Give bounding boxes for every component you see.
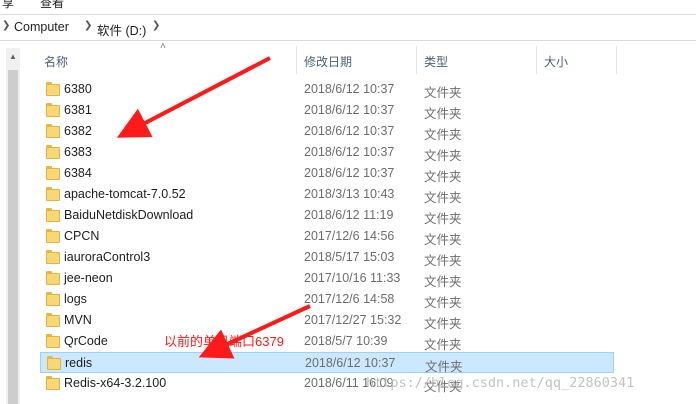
file-name: 6380: [64, 82, 92, 96]
table-row[interactable]: logs 2017/12/6 14:58 文件夹: [40, 289, 614, 310]
vertical-scrollbar[interactable]: ▲: [6, 48, 20, 404]
file-type: 文件夹: [424, 86, 462, 100]
file-type: 文件夹: [424, 233, 462, 247]
modified-date: 2017/12/6 14:58: [304, 292, 395, 306]
folder-icon: [46, 166, 60, 180]
folder-icon: [46, 208, 60, 222]
folder-icon: [46, 229, 60, 243]
folder-icon: [46, 124, 60, 138]
file-name: CPCN: [64, 229, 100, 243]
file-type: 文件夹: [424, 317, 462, 331]
table-row[interactable]: 6380 2018/6/12 10:37 文件夹: [40, 79, 614, 100]
modified-date: 2018/5/17 15:03: [304, 250, 395, 264]
column-divider[interactable]: [416, 46, 417, 74]
modified-date: 2017/10/16 11:33: [304, 271, 401, 285]
column-divider[interactable]: [536, 46, 537, 74]
modified-date: 2018/6/12 10:37: [304, 145, 395, 159]
column-header-name[interactable]: 名称: [44, 53, 68, 70]
modified-date: 2018/6/12 10:37: [304, 103, 395, 117]
address-bar[interactable]: ❯ Computer ❯ 软件 (D:) ❯: [0, 14, 696, 41]
file-name: redis: [65, 356, 93, 370]
table-row[interactable]: 6381 2018/6/12 10:37 文件夹: [40, 100, 614, 121]
file-type: 文件夹: [424, 191, 462, 205]
file-name: MVN: [64, 313, 92, 327]
file-type: 文件夹: [424, 107, 462, 121]
table-row[interactable]: 6383 2018/6/12 10:37 文件夹: [40, 142, 614, 163]
table-row[interactable]: apache-tomcat-7.0.52 2018/3/13 10:43 文件夹: [40, 184, 614, 205]
modified-date: 2018/6/12 10:37: [304, 166, 395, 180]
table-row[interactable]: QrCode 2018/5/7 10:39 文件夹: [40, 331, 614, 352]
file-type: 文件夹: [424, 275, 462, 289]
folder-icon: [46, 187, 60, 201]
column-header: ˄ 名称 修改日期 类型 大小: [34, 41, 696, 76]
table-row[interactable]: redis 2018/6/12 10:37 文件夹: [40, 352, 614, 374]
file-name: 6382: [64, 124, 92, 138]
modified-date: 2018/3/13 10:43: [304, 187, 395, 201]
modified-date: 2018/6/12 11:19: [304, 208, 394, 222]
folder-icon: [46, 145, 60, 159]
table-row[interactable]: CPCN 2017/12/6 14:56 文件夹: [40, 226, 614, 247]
table-row[interactable]: BaiduNetdiskDownload 2018/6/12 11:19 文件夹: [40, 205, 614, 226]
chevron-right-icon[interactable]: ❯: [152, 20, 160, 31]
menu-item-share[interactable]: 享: [2, 0, 14, 10]
file-name: apache-tomcat-7.0.52: [64, 187, 186, 201]
file-name: 6384: [64, 166, 92, 180]
modified-date: 2018/5/7 10:39: [304, 334, 388, 348]
file-name: 6381: [64, 103, 92, 117]
watermark: https://blog.csdn.net/qq_22860341: [366, 375, 635, 391]
column-header-size[interactable]: 大小: [544, 53, 568, 70]
file-name: jee-neon: [64, 271, 113, 285]
table-row[interactable]: MVN 2017/12/27 15:32 文件夹: [40, 310, 614, 331]
modified-date: 2018/6/12 10:37: [304, 124, 395, 138]
table-row[interactable]: iauroraControl3 2018/5/17 15:03 文件夹: [40, 247, 614, 268]
scrollbar-thumb[interactable]: [8, 70, 18, 404]
table-row[interactable]: jee-neon 2017/10/16 11:33 文件夹: [40, 268, 614, 289]
file-name: 6383: [64, 145, 92, 159]
modified-date: 2017/12/6 14:56: [304, 229, 395, 243]
column-divider[interactable]: [616, 46, 617, 74]
table-row[interactable]: 6382 2018/6/12 10:37 文件夹: [40, 121, 614, 142]
modified-date: 2018/6/12 10:37: [305, 356, 396, 370]
breadcrumb-drive[interactable]: 软件 (D:): [97, 20, 146, 39]
chevron-right-icon[interactable]: ❯: [2, 20, 10, 31]
chevron-right-icon[interactable]: ❯: [84, 20, 92, 31]
modified-date: 2017/12/27 15:32: [304, 313, 402, 327]
menu-strip: 享 查看: [0, 0, 696, 10]
file-name: logs: [64, 292, 87, 306]
folder-icon: [46, 334, 60, 348]
file-name: iauroraControl3: [64, 250, 151, 264]
file-type: 文件夹: [424, 296, 462, 310]
file-type: 文件夹: [424, 212, 462, 226]
folder-icon: [46, 271, 60, 285]
file-name: BaiduNetdiskDownload: [64, 208, 194, 222]
folder-icon: [47, 356, 61, 370]
folder-icon: [46, 313, 60, 327]
scroll-up-icon[interactable]: ▲: [9, 52, 17, 61]
table-row[interactable]: 6384 2018/6/12 10:37 文件夹: [40, 163, 614, 184]
file-name: Redis-x64-3.2.100: [64, 376, 167, 390]
folder-icon: [46, 82, 60, 96]
annotation-label: 以前的单机端口6379: [164, 334, 284, 349]
file-type: 文件夹: [424, 128, 462, 142]
file-type: 文件夹: [424, 338, 462, 352]
column-divider[interactable]: [296, 46, 297, 74]
column-header-date[interactable]: 修改日期: [304, 53, 352, 70]
breadcrumb-computer[interactable]: Computer: [14, 20, 69, 34]
file-type: 文件夹: [424, 170, 462, 184]
file-name: QrCode: [64, 334, 108, 348]
folder-icon: [46, 103, 60, 117]
column-header-type[interactable]: 类型: [424, 53, 448, 70]
menu-item-view[interactable]: 查看: [40, 0, 64, 10]
sort-up-icon: ˄: [160, 41, 166, 52]
folder-icon: [46, 250, 60, 264]
modified-date: 2018/6/12 10:37: [304, 82, 395, 96]
file-type: 文件夹: [424, 254, 462, 268]
file-type: 文件夹: [424, 149, 462, 163]
folder-icon: [46, 376, 60, 390]
folder-icon: [46, 292, 60, 306]
